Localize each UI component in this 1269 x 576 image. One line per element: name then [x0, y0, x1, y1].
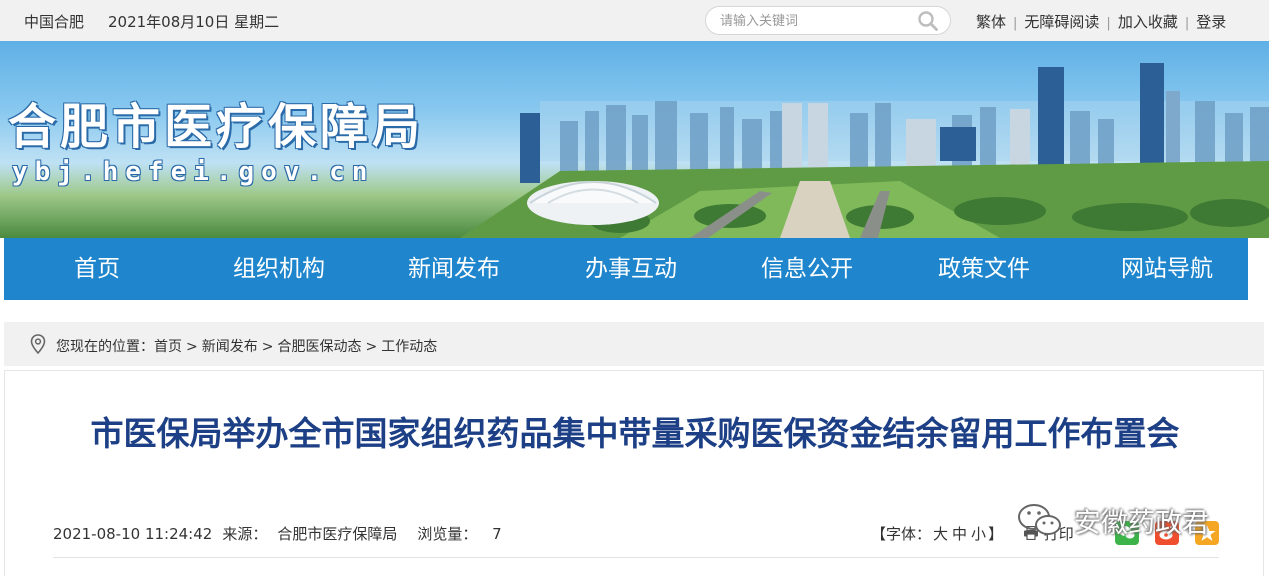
search-box — [705, 6, 951, 35]
views-label: 浏览量： — [417, 525, 478, 543]
nav-item-site-map[interactable]: 网站导航 — [1121, 238, 1213, 300]
article-panel: 市医保局举办全市国家组织药品集中带量采购医保资金结余留用工作布置会 2021-0… — [4, 370, 1264, 576]
accessibility-link[interactable]: 无障碍阅读 — [1024, 13, 1099, 31]
breadcrumb-item[interactable]: 合肥医保动态 — [277, 339, 361, 355]
font-size-control: 【字体：大中小】 — [871, 523, 1003, 544]
site-title: 合肥市医疗保障局 — [8, 99, 425, 155]
login-link[interactable]: 登录 — [1196, 13, 1226, 31]
watermark: 安徽药政君 — [1012, 495, 1252, 545]
search-input[interactable] — [720, 11, 910, 31]
font-size-small[interactable]: 小 — [971, 525, 986, 543]
watermark-text: 安徽药政君 — [1074, 508, 1209, 539]
nav-item-services[interactable]: 办事互动 — [585, 238, 677, 300]
divider: | — [1184, 16, 1190, 31]
site-url: ybj.hefei.gov.cn — [12, 157, 375, 187]
font-size-large[interactable]: 大 — [933, 525, 948, 543]
breadcrumb: 您现在的位置：首页 > 新闻发布 > 合肥医保动态 > 工作动态 — [4, 322, 1264, 366]
source-label: 来源： — [222, 525, 268, 543]
publish-datetime: 2021-08-10 11:24:42 — [53, 525, 213, 543]
location-pin-icon — [30, 334, 46, 354]
nav-item-news[interactable]: 新闻发布 — [408, 238, 500, 300]
breadcrumb-item[interactable]: 新闻发布 — [202, 339, 258, 355]
article-meta: 2021-08-10 11:24:42 来源： 合肥市医疗保障局 浏览量： 7 — [53, 523, 522, 544]
main-nav: 首页 组织机构 新闻发布 办事互动 信息公开 政策文件 网站导航 — [4, 238, 1248, 300]
views-count: 7 — [492, 525, 502, 543]
nav-item-info-disclosure[interactable]: 信息公开 — [761, 238, 853, 300]
search-icon[interactable] — [916, 10, 940, 32]
article-title: 市医保局举办全市国家组织药品集中带量采购医保资金结余留用工作布置会 — [90, 414, 1180, 453]
breadcrumb-separator: > — [261, 339, 274, 355]
add-favorite-link[interactable]: 加入收藏 — [1118, 13, 1178, 31]
top-bar: 中国合肥 2021年08月10日 星期二 繁体 | 无障碍阅读 | 加入收藏 | 登录 — [0, 0, 1269, 41]
source: 来源： 合肥市医疗保障局 — [222, 525, 407, 543]
traditional-chinese-link[interactable]: 繁体 — [976, 13, 1006, 31]
nav-item-policy-docs[interactable]: 政策文件 — [938, 238, 1030, 300]
breadcrumb-prefix: 您现在的位置： — [56, 339, 154, 355]
meta-divider — [53, 557, 1219, 558]
divider: | — [1013, 16, 1018, 31]
city-label: 中国合肥 — [24, 13, 85, 31]
nav-item-organization[interactable]: 组织机构 — [233, 238, 325, 300]
nav-item-home[interactable]: 首页 — [74, 238, 120, 300]
top-links: 繁体 | 无障碍阅读 | 加入收藏 | 登录 — [976, 11, 1226, 32]
divider: | — [1106, 16, 1111, 31]
header-banner: 合肥市医疗保障局 ybj.hefei.gov.cn — [0, 41, 1269, 238]
breadcrumb-item[interactable]: 首页 — [154, 339, 182, 355]
breadcrumb-item[interactable]: 工作动态 — [381, 339, 437, 355]
font-size-close: 】 — [988, 525, 1004, 543]
wechat-logo-watermark — [1018, 504, 1061, 535]
views: 浏览量： 7 — [417, 525, 511, 543]
source-value: 合肥市医疗保障局 — [277, 525, 398, 543]
breadcrumb-separator: > — [365, 339, 378, 355]
font-size-label: 【字体： — [871, 525, 932, 543]
breadcrumb-separator: > — [186, 339, 198, 355]
font-size-medium[interactable]: 中 — [952, 525, 967, 543]
date-label: 2021年08月10日 星期二 — [108, 13, 280, 31]
breadcrumb-text: 您现在的位置：首页 > 新闻发布 > 合肥医保动态 > 工作动态 — [56, 336, 437, 356]
